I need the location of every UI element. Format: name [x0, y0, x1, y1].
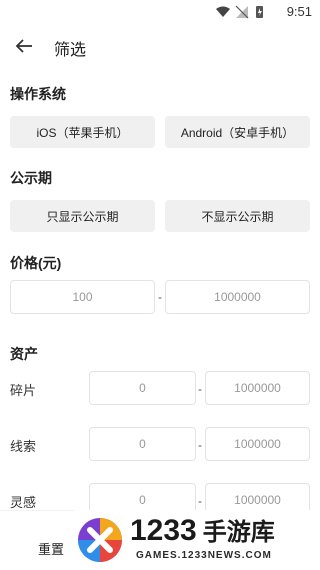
- price-max-input[interactable]: 1000000: [165, 280, 310, 314]
- asset-label-clues: 线索: [10, 439, 37, 454]
- price-range-separator: -: [158, 290, 162, 304]
- back-button[interactable]: [10, 32, 38, 60]
- clues-max-input[interactable]: 1000000: [205, 427, 310, 461]
- publicity-option-exclude[interactable]: 不显示公示期: [165, 200, 310, 232]
- fragments-max-input[interactable]: 1000000: [205, 371, 310, 405]
- watermark-brand-number: 1233: [130, 514, 197, 547]
- watermark-brand: 1233 手游库: [130, 512, 275, 548]
- page-title: 筛选: [54, 42, 87, 59]
- clues-min-input[interactable]: 0: [89, 427, 196, 461]
- price-section-title: 价格(元): [10, 255, 62, 271]
- arrow-left-icon: [15, 39, 32, 53]
- status-icons: [216, 5, 263, 19]
- fragments-range-separator: -: [198, 382, 202, 396]
- app-bar: 筛选: [0, 24, 320, 68]
- status-time: 9:51: [286, 4, 312, 19]
- os-option-android[interactable]: Android（安卓手机）: [165, 116, 310, 148]
- assets-section-title: 资产: [10, 346, 38, 362]
- os-section-title: 操作系统: [10, 86, 66, 102]
- reset-button[interactable]: 重置: [38, 539, 64, 558]
- wifi-icon: [216, 6, 230, 17]
- watermark: 1233 手游库 GAMES.1233NEWS.COM: [74, 510, 320, 570]
- asset-label-inspiration: 灵感: [10, 495, 37, 510]
- price-min-input[interactable]: 100: [10, 280, 155, 314]
- os-option-ios[interactable]: iOS（苹果手机）: [10, 116, 155, 148]
- watermark-brand-cn: 手游库: [202, 519, 275, 546]
- publicity-section-title: 公示期: [10, 170, 52, 186]
- clues-range-separator: -: [198, 438, 202, 452]
- status-bar: 9:51: [0, 0, 320, 24]
- brand-logo-icon: [78, 518, 122, 562]
- publicity-option-only[interactable]: 只显示公示期: [10, 200, 155, 232]
- fragments-min-input[interactable]: 0: [89, 371, 196, 405]
- watermark-url: GAMES.1233NEWS.COM: [136, 550, 272, 561]
- inspiration-range-separator: -: [198, 494, 202, 508]
- asset-label-fragments: 碎片: [10, 383, 37, 398]
